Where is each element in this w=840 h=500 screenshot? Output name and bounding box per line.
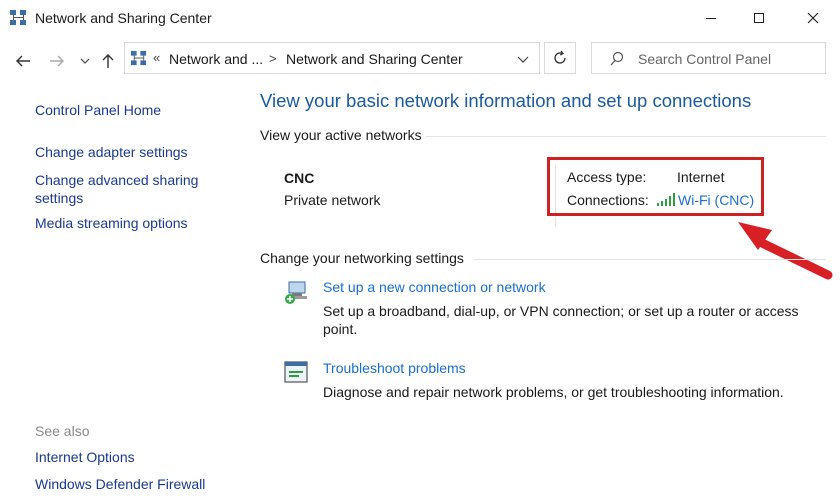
change-advanced-sharing-settings-link[interactable]: Change advanced sharing settings <box>35 171 225 207</box>
window-title: Network and Sharing Center <box>35 10 212 26</box>
maximize-button[interactable] <box>736 0 782 36</box>
recent-locations-button[interactable] <box>78 50 92 72</box>
arrow-left-icon <box>16 55 30 67</box>
address-bar[interactable]: « Network and ... > Network and Sharing … <box>124 42 540 74</box>
network-category[interactable]: Private network <box>284 192 380 208</box>
chevron-down-icon <box>517 56 529 63</box>
breadcrumb-separator[interactable]: > <box>269 51 277 66</box>
minimize-button[interactable] <box>688 0 734 36</box>
address-dropdown[interactable] <box>517 51 529 66</box>
divider <box>426 136 826 137</box>
back-button[interactable] <box>12 50 34 72</box>
see-also-heading: See also <box>35 423 90 439</box>
troubleshoot-problems-description: Diagnose and repair network problems, or… <box>323 384 784 400</box>
up-button[interactable] <box>98 50 118 72</box>
media-streaming-options-link[interactable]: Media streaming options <box>35 215 188 231</box>
refresh-icon <box>554 50 566 64</box>
breadcrumb-network-and[interactable]: Network and ... <box>169 51 263 67</box>
change-settings-heading: Change your networking settings <box>260 250 464 266</box>
close-button[interactable] <box>790 0 836 36</box>
chevron-down-icon <box>80 58 90 64</box>
search-icon <box>610 51 624 66</box>
setup-connection-link[interactable]: Set up a new connection or network <box>323 279 546 295</box>
search-input[interactable]: Search Control Panel <box>638 51 771 67</box>
network-sharing-icon <box>130 50 147 66</box>
troubleshoot-icon <box>284 361 308 383</box>
breadcrumb-overflow[interactable]: « <box>153 50 160 65</box>
search-box[interactable]: Search Control Panel <box>591 42 826 74</box>
arrow-right-icon <box>50 55 64 67</box>
divider <box>474 259 826 260</box>
setup-connection-description: Set up a broadband, dial-up, or VPN conn… <box>323 303 799 337</box>
active-networks-heading: View your active networks <box>260 127 422 143</box>
forward-button[interactable] <box>46 50 68 72</box>
close-icon <box>807 12 819 24</box>
title-bar: Network and Sharing Center <box>0 0 840 36</box>
windows-defender-firewall-link[interactable]: Windows Defender Firewall <box>35 476 205 492</box>
change-adapter-settings-link[interactable]: Change adapter settings <box>35 144 188 160</box>
page-title: View your basic network information and … <box>260 90 752 111</box>
new-connection-icon <box>285 281 307 304</box>
network-sharing-icon <box>10 10 26 25</box>
minimize-icon <box>706 18 716 19</box>
internet-options-link[interactable]: Internet Options <box>35 449 135 465</box>
control-panel-home-link[interactable]: Control Panel Home <box>35 102 161 118</box>
troubleshoot-problems-link[interactable]: Troubleshoot problems <box>323 360 466 376</box>
pointer-arrow <box>738 222 833 280</box>
arrow-up-icon <box>102 54 114 68</box>
network-name: CNC <box>284 170 315 186</box>
maximize-icon <box>754 13 764 23</box>
breadcrumb-network-sharing-center[interactable]: Network and Sharing Center <box>286 51 463 67</box>
refresh-button[interactable] <box>544 42 576 74</box>
